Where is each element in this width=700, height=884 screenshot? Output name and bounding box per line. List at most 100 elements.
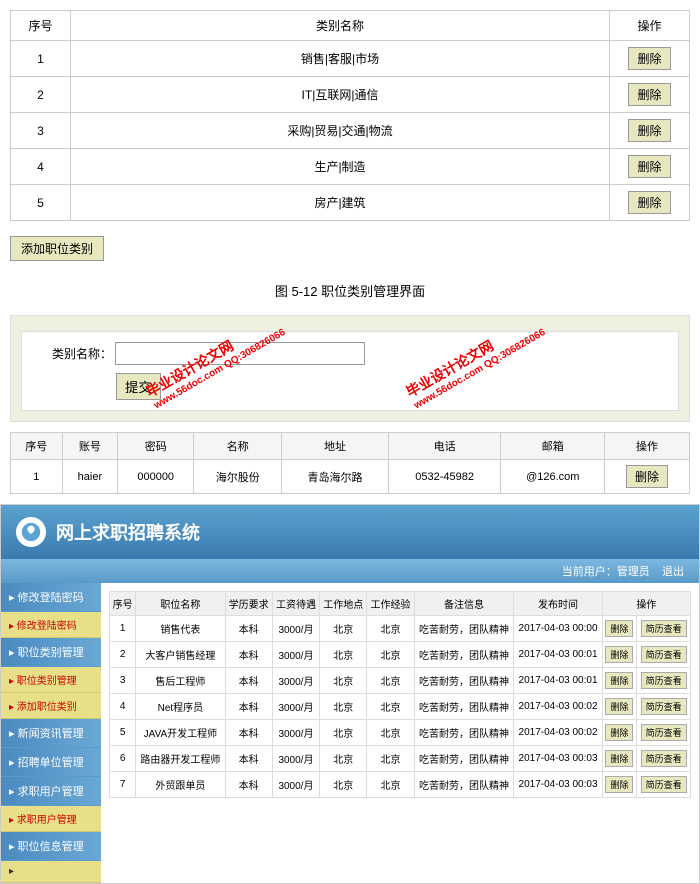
- chevron-right-icon: ▸: [9, 702, 14, 713]
- sidebar-item[interactable]: ▸ 职位类别管理: [1, 667, 101, 693]
- sidebar-group[interactable]: ▸ 新闻资讯管理: [1, 719, 101, 748]
- cell-name: 房产|建筑: [71, 185, 610, 221]
- chevron-right-icon: ▸: [9, 815, 14, 826]
- sidebar-group[interactable]: ▸ 求职用户管理: [1, 777, 101, 806]
- col-header: 序号: [110, 592, 136, 616]
- sidebar-group[interactable]: ▸ 招聘单位管理: [1, 748, 101, 777]
- sidebar-item[interactable]: ▸ 添加职位类别: [1, 693, 101, 719]
- view-resume-button[interactable]: 简历查看: [641, 724, 687, 741]
- col-header: 工作地点: [320, 592, 367, 616]
- delete-button[interactable]: 删除: [605, 646, 633, 663]
- system-header: 网上求职招聘系统: [1, 505, 699, 559]
- col-header: 电话: [388, 433, 501, 460]
- col-header: 职位名称: [136, 592, 225, 616]
- cell-name: 采购|贸易|交通|物流: [71, 113, 610, 149]
- cell-num: 4: [11, 149, 71, 185]
- table-row: 1销售代表本科3000/月北京北京吃苦耐劳，团队精神2017-04-03 00:…: [110, 616, 691, 642]
- figure-caption: 图 5-12 职位类别管理界面: [0, 281, 700, 300]
- submit-button[interactable]: 提交: [116, 373, 161, 400]
- col-header: 操作: [605, 433, 690, 460]
- system-panel: 网上求职招聘系统 当前用户：管理员 退出 ▸ 修改登陆密码▸ 修改登陆密码▸ 职…: [0, 504, 700, 884]
- col-header: 工资待遇: [272, 592, 319, 616]
- col-num: 序号: [11, 11, 71, 41]
- category-table: 序号 类别名称 操作 1 销售|客服|市场 删除2 IT|互联网|通信 删除3 …: [10, 10, 690, 221]
- chevron-right-icon: ▸: [9, 786, 15, 798]
- delete-button[interactable]: 删除: [628, 191, 670, 214]
- search-label: 类别名称：: [32, 345, 112, 362]
- col-header: 账号: [62, 433, 118, 460]
- table-row: 3售后工程师本科3000/月北京北京吃苦耐劳，团队精神2017-04-03 00…: [110, 668, 691, 694]
- search-input[interactable]: [115, 342, 365, 365]
- table-row: 2大客户销售经理本科3000/月北京北京吃苦耐劳，团队精神2017-04-03 …: [110, 642, 691, 668]
- delete-button[interactable]: 删除: [628, 83, 670, 106]
- table-row: 3 采购|贸易|交通|物流 删除: [11, 113, 690, 149]
- delete-button[interactable]: 删除: [605, 724, 633, 741]
- delete-button[interactable]: 删除: [628, 119, 670, 142]
- sidebar-item[interactable]: ▸ 求职用户管理: [1, 806, 101, 832]
- table-row: 5JAVA开发工程师本科3000/月北京北京吃苦耐劳，团队精神2017-04-0…: [110, 720, 691, 746]
- chevron-right-icon: ▸: [9, 841, 15, 853]
- view-resume-button[interactable]: 简历查看: [641, 698, 687, 715]
- view-resume-button[interactable]: 简历查看: [641, 620, 687, 637]
- delete-button[interactable]: 删除: [605, 620, 633, 637]
- sidebar-group[interactable]: ▸ 职位信息管理: [1, 832, 101, 861]
- delete-button[interactable]: 删除: [605, 776, 633, 793]
- table-row: 1 销售|客服|市场 删除: [11, 41, 690, 77]
- job-table: 序号职位名称学历要求工资待遇工作地点工作经验备注信息发布时间操作 1销售代表本科…: [109, 591, 691, 798]
- cell-name: 生产|制造: [71, 149, 610, 185]
- view-resume-button[interactable]: 简历查看: [641, 672, 687, 689]
- view-resume-button[interactable]: 简历查看: [641, 776, 687, 793]
- table-row: 1haier000000海尔股份青岛海尔路0532-45982@126.com删…: [11, 460, 690, 494]
- table-row: 7外贸跟单员本科3000/月北京北京吃苦耐劳，团队精神2017-04-03 00…: [110, 772, 691, 798]
- col-header: 序号: [11, 433, 63, 460]
- sidebar-item[interactable]: ▸: [1, 861, 101, 883]
- chevron-right-icon: ▸: [9, 757, 15, 769]
- col-name: 类别名称: [71, 11, 610, 41]
- cell-name: 销售|客服|市场: [71, 41, 610, 77]
- col-action: 操作: [610, 11, 690, 41]
- chevron-right-icon: ▸: [9, 866, 14, 877]
- chevron-right-icon: ▸: [9, 728, 15, 740]
- sidebar-group[interactable]: ▸ 职位类别管理: [1, 638, 101, 667]
- col-header: 学历要求: [225, 592, 272, 616]
- chevron-right-icon: ▸: [9, 621, 14, 632]
- company-table: 序号账号密码名称地址电话邮箱操作 1haier000000海尔股份青岛海尔路05…: [10, 432, 690, 494]
- chevron-right-icon: ▸: [9, 676, 14, 687]
- add-category-button[interactable]: 添加职位类别: [10, 236, 104, 261]
- delete-button[interactable]: 删除: [605, 698, 633, 715]
- system-title: 网上求职招聘系统: [56, 519, 200, 545]
- table-row: 2 IT|互联网|通信 删除: [11, 77, 690, 113]
- sidebar-group[interactable]: ▸ 修改登陆密码: [1, 583, 101, 612]
- cell-name: IT|互联网|通信: [71, 77, 610, 113]
- table-row: 4Net程序员本科3000/月北京北京吃苦耐劳，团队精神2017-04-03 0…: [110, 694, 691, 720]
- delete-button[interactable]: 删除: [628, 155, 670, 178]
- col-header: 名称: [194, 433, 282, 460]
- cell-num: 1: [11, 41, 71, 77]
- view-resume-button[interactable]: 简历查看: [641, 646, 687, 663]
- table-row: 5 房产|建筑 删除: [11, 185, 690, 221]
- logout-link[interactable]: 退出: [662, 566, 684, 578]
- col-header: 操作: [602, 592, 690, 616]
- view-resume-button[interactable]: 简历查看: [641, 750, 687, 767]
- delete-button[interactable]: 删除: [626, 465, 668, 488]
- search-section: 类别名称： 提交: [10, 315, 690, 422]
- col-header: 邮箱: [501, 433, 605, 460]
- current-user: 当前用户：管理员: [562, 566, 650, 578]
- table-row: 4 生产|制造 删除: [11, 149, 690, 185]
- cell-num: 3: [11, 113, 71, 149]
- delete-button[interactable]: 删除: [605, 750, 633, 767]
- sidebar: ▸ 修改登陆密码▸ 修改登陆密码▸ 职位类别管理▸ 职位类别管理▸ 添加职位类别…: [1, 583, 101, 883]
- delete-button[interactable]: 删除: [628, 47, 670, 70]
- chevron-right-icon: ▸: [9, 592, 15, 604]
- table-row: 6路由器开发工程师本科3000/月北京北京吃苦耐劳，团队精神2017-04-03…: [110, 746, 691, 772]
- cell-num: 5: [11, 185, 71, 221]
- delete-button[interactable]: 删除: [605, 672, 633, 689]
- col-header: 工作经验: [367, 592, 414, 616]
- col-header: 备注信息: [414, 592, 514, 616]
- sidebar-item[interactable]: ▸ 修改登陆密码: [1, 612, 101, 638]
- content-area: 序号职位名称学历要求工资待遇工作地点工作经验备注信息发布时间操作 1销售代表本科…: [101, 583, 699, 883]
- chevron-right-icon: ▸: [9, 647, 15, 659]
- cell-num: 2: [11, 77, 71, 113]
- logo-icon: [16, 517, 46, 547]
- system-subheader: 当前用户：管理员 退出: [1, 559, 699, 583]
